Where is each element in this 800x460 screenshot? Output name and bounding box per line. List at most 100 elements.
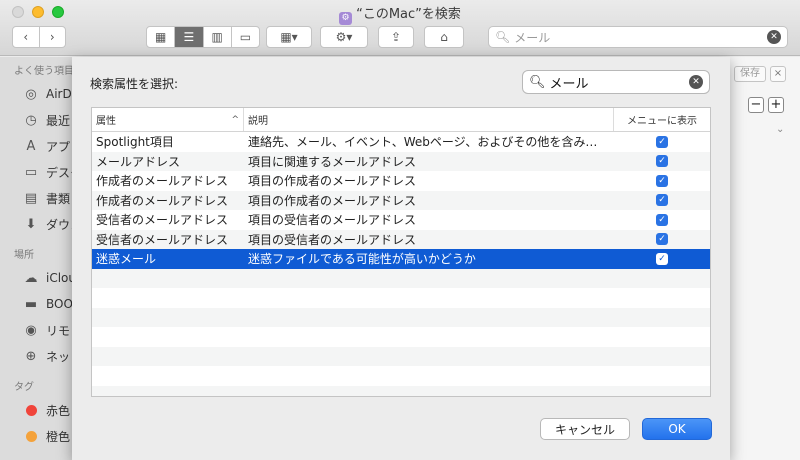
- sidebar-favorites-header: よく使う項目: [14, 66, 72, 77]
- table-body: Spotlight項目 連絡先、メール、イベント、Webページ、およびその他を含み…: [92, 132, 710, 396]
- sidebar-item-disk[interactable]: ▬ BOO: [0, 291, 72, 317]
- empty-row: [92, 288, 710, 308]
- group-button[interactable]: ▦▾: [266, 26, 312, 48]
- cloud-icon: ☁: [24, 270, 38, 286]
- empty-row: [92, 385, 710, 396]
- ok-button[interactable]: OK: [642, 418, 712, 440]
- search-attributes-sheet: 検索属性を選択: 🔍︎ メール ✕ 属性 ^ 説明 メニューに表示 Spotlig…: [72, 57, 730, 460]
- table-row[interactable]: 受信者のメールアドレス 項目の受信者のメールアドレス ✓: [92, 229, 710, 249]
- results-background: [730, 57, 800, 460]
- table-row[interactable]: 作成者のメールアドレス 項目の作成者のメールアドレス ✓: [92, 171, 710, 191]
- save-search-button[interactable]: 保存: [734, 66, 766, 82]
- description-cell: 項目の受信者のメールアドレス: [248, 232, 417, 247]
- attribute-cell: Spotlight項目: [96, 135, 174, 150]
- table-row[interactable]: Spotlight項目 連絡先、メール、イベント、Webページ、およびその他を含み…: [92, 132, 710, 152]
- show-in-menu-checkbox[interactable]: ✓: [656, 213, 668, 226]
- close-search-button[interactable]: ×: [770, 66, 786, 82]
- sidebar-item-desktop[interactable]: ▭デスク: [0, 159, 72, 185]
- sidebar-item-tag-orange[interactable]: 橙色: [0, 423, 72, 449]
- back-forward-group: ‹ ›: [12, 26, 66, 48]
- empty-row: [92, 366, 710, 386]
- column-header-show-in-menu[interactable]: メニューに表示: [614, 108, 710, 131]
- description-cell: 項目の作成者のメールアドレス: [248, 193, 417, 208]
- empty-row: [92, 268, 710, 288]
- table-row[interactable]: 受信者のメールアドレス 項目の受信者のメールアドレス ✓: [92, 210, 710, 230]
- tag-button[interactable]: ⌂: [424, 26, 464, 48]
- attribute-cell: 迷惑メール: [96, 252, 157, 267]
- description-cell: 項目に関連するメールアドレス: [248, 154, 417, 169]
- search-folder-icon: ⚙: [339, 12, 353, 25]
- action-button[interactable]: ⚙▾: [320, 26, 368, 48]
- show-in-menu-checkbox[interactable]: ✓: [656, 174, 668, 187]
- apps-icon: A: [26, 138, 36, 154]
- empty-row: [92, 327, 710, 347]
- sidebar-tags-header: タグ: [14, 382, 34, 393]
- orange-tag-icon: [25, 430, 37, 442]
- network-icon: ⊕: [25, 348, 37, 364]
- show-in-menu-checkbox[interactable]: ✓: [656, 135, 668, 148]
- sidebar: よく使う項目 ◎AirDrop ◷最近 Aアプリ ▭デスク ▤書類 ⬇ダウン 場…: [0, 57, 72, 460]
- attribute-search-field[interactable]: 🔍︎ メール ✕: [522, 70, 710, 94]
- column-view-button[interactable]: ▥: [204, 27, 232, 47]
- sidebar-item-network[interactable]: ⊕ネット: [0, 343, 72, 369]
- sidebar-item-remote-disc[interactable]: ◉ リモ: [0, 317, 72, 343]
- show-in-menu-checkbox[interactable]: ✓: [656, 155, 668, 168]
- remove-criteria-button[interactable]: −: [748, 97, 764, 113]
- desktop-icon: ▭: [24, 164, 38, 180]
- gallery-view-button[interactable]: ▭: [232, 27, 259, 47]
- show-in-menu-cell: ✓: [614, 194, 710, 207]
- table-row[interactable]: 作成者のメールアドレス 項目の作成者のメールアドレス ✓: [92, 190, 710, 210]
- view-mode-group: ▦ ☰ ▥ ▭: [146, 26, 260, 48]
- clear-search-icon[interactable]: ✕: [689, 75, 703, 89]
- attributes-table: 属性 ^ 説明 メニューに表示 Spotlight項目 連絡先、メール、イベント、W…: [91, 107, 711, 397]
- column-header-attribute[interactable]: 属性 ^: [92, 108, 244, 131]
- share-button[interactable]: ⇪: [378, 26, 414, 48]
- sort-ascending-icon: ^: [231, 114, 239, 125]
- table-header: 属性 ^ 説明 メニューに表示: [92, 108, 710, 132]
- chevron-down-icon[interactable]: ⌄: [776, 124, 784, 135]
- sidebar-item-icloud[interactable]: ☁iCloud: [0, 265, 73, 291]
- attribute-cell: 作成者のメールアドレス: [96, 174, 229, 189]
- sidebar-item-tag-red[interactable]: 赤色: [0, 397, 72, 423]
- add-criteria-button[interactable]: +: [768, 97, 784, 113]
- back-button[interactable]: ‹: [13, 30, 39, 44]
- show-in-menu-checkbox[interactable]: ✓: [656, 252, 668, 265]
- sidebar-item-downloads[interactable]: ⬇ダウン: [0, 211, 72, 237]
- empty-row: [92, 346, 710, 366]
- attribute-cell: 受信者のメールアドレス: [96, 232, 229, 247]
- search-placeholder: メール: [514, 30, 551, 45]
- title-bar: ⚙ “このMac”を検索 ‹ › ▦ ☰ ▥ ▭ ▦▾ ⚙▾ ⇪ ⌂ 🔍︎ メール…: [0, 0, 800, 56]
- show-in-menu-checkbox[interactable]: ✓: [656, 194, 668, 207]
- sheet-label: 検索属性を選択:: [90, 77, 179, 91]
- show-in-menu-checkbox[interactable]: ✓: [656, 233, 668, 246]
- list-view-button[interactable]: ☰: [175, 27, 204, 47]
- table-row[interactable]: メールアドレス 項目に関連するメールアドレス ✓: [92, 151, 710, 171]
- attribute-cell: 受信者のメールアドレス: [96, 213, 229, 228]
- sidebar-locations-header: 場所: [14, 250, 34, 261]
- icon-view-button[interactable]: ▦: [147, 27, 176, 47]
- search-icon: 🔍︎: [495, 30, 511, 44]
- sidebar-item-recents[interactable]: ◷ 最近: [0, 107, 72, 133]
- table-row[interactable]: 迷惑メール 迷惑ファイルである可能性が高いかどうか ✓: [92, 249, 710, 269]
- show-in-menu-cell: ✓: [614, 252, 710, 265]
- disk-icon: ▬: [24, 296, 38, 312]
- column-header-description[interactable]: 説明: [244, 108, 614, 131]
- attribute-cell: 作成者のメールアドレス: [96, 193, 229, 208]
- clear-search-icon[interactable]: ✕: [767, 30, 781, 44]
- sidebar-item-documents[interactable]: ▤ 書類: [0, 185, 72, 211]
- red-tag-icon: [25, 404, 37, 416]
- sidebar-item-airdrop[interactable]: ◎AirDrop: [0, 81, 72, 107]
- document-icon: ▤: [24, 190, 38, 206]
- search-icon: 🔍︎: [529, 74, 546, 90]
- description-cell: 連絡先、メール、イベント、Webページ、およびその他を含み…: [248, 135, 598, 150]
- show-in-menu-cell: ✓: [614, 213, 710, 226]
- show-in-menu-cell: ✓: [614, 155, 710, 168]
- cancel-button[interactable]: キャンセル: [540, 418, 630, 440]
- window-title: ⚙ “このMac”を検索: [0, 3, 800, 25]
- forward-button[interactable]: ›: [40, 30, 66, 44]
- remote-disc-icon: ◉: [25, 322, 37, 338]
- sidebar-item-applications[interactable]: Aアプリ: [0, 133, 72, 159]
- download-icon: ⬇: [25, 216, 37, 232]
- description-cell: 迷惑ファイルである可能性が高いかどうか: [248, 252, 476, 267]
- window-search-field[interactable]: 🔍︎ メール ✕: [488, 26, 788, 48]
